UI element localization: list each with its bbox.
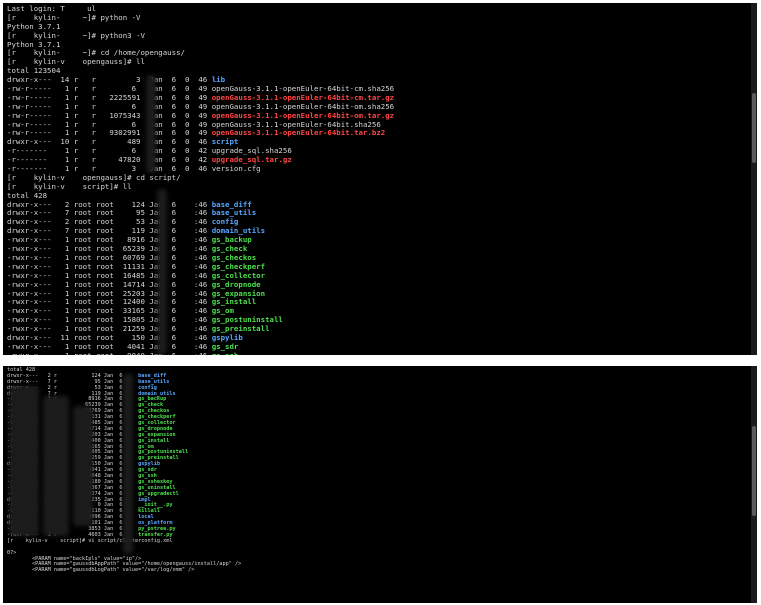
file-name: openGauss-3.1.1-openEuler-64bit.sha256 <box>211 119 381 129</box>
redaction-mark <box>123 374 133 554</box>
file-name: openGauss-3.1.1-openEuler-64bit.tar.bz2 <box>211 128 386 138</box>
file-attributes: -r------- 1 r r 47820 Jan 6 0 42 <box>7 155 212 165</box>
file-attributes: -r------- 1 r r 6 Jan 6 0 42 <box>7 146 212 156</box>
file-name: gs_expansion <box>211 288 266 298</box>
file-attributes: -rw-r----- 1 r r 2225591 Jan 6 0 49 <box>7 92 212 102</box>
file-attributes: -rw-r----- 1 r r 9302991 Jan 6 0 49 <box>7 128 212 138</box>
terminal-line: [r kylin- ~]# python3 -V <box>7 30 145 40</box>
file-attributes: -rwxr-x--- 1 root root 4041 Jan 6 :46 <box>7 341 212 351</box>
terminal-output-top: Last login: T ul [r kylin- ~]# python -V P… <box>7 4 749 355</box>
file-attributes: -rwxr-x--- 1 root root 25203 Jan 6 :46 <box>7 288 212 298</box>
file-attributes: -rwxr-x--- 1 root root 11131 Jan 6 :46 <box>7 261 212 271</box>
file-attributes: -rwxr-x--- 1 root root 65239 Jan 6 :46 <box>7 244 212 254</box>
file-attributes: -rwxr-x--- 1 root root 14714 Jan 6 :46 <box>7 279 212 289</box>
file-attributes: -rw-r----- 1 r r 6 Jan 6 0 49 <box>7 101 212 111</box>
file-name: config <box>211 217 239 227</box>
scrollbar-thumb[interactable] <box>752 93 756 163</box>
file-name: openGauss-3.1.1-openEuler-64bit-om.tar.g… <box>211 110 395 120</box>
file-attributes: -rwxr-x--- 1 root root 16485 Jan 6 :46 <box>7 270 212 280</box>
file-name: domain_utils <box>211 226 266 236</box>
terminal-line: -rwxr-x--- 1 root root 9048 Jan 6 :46 gs… <box>7 351 749 355</box>
file-name: gs_dropnode <box>211 279 261 289</box>
file-name: gs_check <box>211 244 248 254</box>
file-name: gs_collector <box>211 270 266 280</box>
terminal-line: <PARAM name="gaussdbLogPath" value="/var… <box>7 567 195 574</box>
scrollbar-thumb[interactable] <box>752 426 756 516</box>
terminal-line: [r kylin-v opengauss]# ll <box>7 57 145 67</box>
file-name: gs_om <box>211 306 234 316</box>
file-name: openGauss-3.1.1-openEuler-64bit-om.sha25… <box>211 101 395 111</box>
scrollbar-top[interactable] <box>751 3 757 355</box>
file-attributes: -r------- 1 r r 3 Jan 6 0 46 <box>7 164 212 174</box>
file-name: gs_sdr <box>211 341 239 351</box>
file-attributes: -rw-r----- 1 r r 6 Jan 6 0 49 <box>7 119 212 129</box>
file-name: openGauss-3.1.1-openEuler-64bit-cm.tar.g… <box>211 92 395 102</box>
file-name: gs_preinstall <box>211 324 270 334</box>
file-name: gs_backup <box>211 235 252 245</box>
file-attributes: -rwxr-x--- 1 root root 15805 Jan 6 :46 <box>7 315 212 325</box>
file-attributes: -rwxr-x--- 1 root root 12400 Jan 6 :46 <box>7 297 212 307</box>
file-name: script <box>211 137 239 147</box>
file-name: upgrade_sql.tar.gz <box>211 155 292 165</box>
file-attributes: -rwxr-x--- 1 root root 9048 Jan 6 :46 <box>7 351 212 355</box>
file-attributes: -rwxr-x--- 1 root root 60769 Jan 6 :46 <box>7 252 212 262</box>
file-name: version.cfg <box>211 164 261 174</box>
file-name: base_utils <box>211 208 257 218</box>
redaction-mark <box>157 189 167 355</box>
terminal-output-bottom: total 428 drwxr-x--- 2 r 124 Jan 6 base_d… <box>7 367 749 574</box>
file-name: gs_install <box>211 297 257 307</box>
file-name: gspylib <box>211 332 243 342</box>
redaction-mark <box>73 406 93 526</box>
file-attributes: -rwxr-x--- 1 root root 21259 Jan 6 :46 <box>7 324 212 334</box>
terminal-window-top[interactable]: Last login: T ul [r kylin- ~]# python -V P… <box>3 3 757 355</box>
file-attributes: drwxr-x--- 7 root root 119 Jan 6 :46 <box>7 226 212 236</box>
file-attributes: drwxr-x--- 7 root root 95 Jan 6 :46 <box>7 208 212 218</box>
redaction-mark <box>43 396 69 536</box>
file-attributes: -rw-r----- 1 r r 1075343 Jan 6 0 49 <box>7 110 212 120</box>
file-name: base_diff <box>211 199 252 209</box>
file-name: gs_checkos <box>211 252 257 262</box>
file-attributes: -rwxr-x--- 1 root root 33165 Jan 6 :46 <box>7 306 212 316</box>
terminal-line: [r kylin- ~]# python -V <box>7 12 141 22</box>
file-name: gs_checkperf <box>211 261 266 271</box>
terminal-window-bottom[interactable]: total 428 drwxr-x--- 2 r 124 Jan 6 base_d… <box>3 366 757 603</box>
file-attributes: -rw-r----- 1 r r 6 Jan 6 0 49 <box>7 84 212 94</box>
scrollbar-bottom[interactable] <box>751 366 757 603</box>
file-attributes: drwxr-x--- 2 root root 124 Jan 6 :46 <box>7 199 212 209</box>
file-name: upgrade_sql.sha256 <box>211 146 292 156</box>
redaction-mark <box>146 75 156 173</box>
file-name: lib <box>211 75 226 85</box>
redaction-mark <box>9 386 39 536</box>
file-attributes: drwxr-x--- 14 r r 3 Jan 6 0 46 <box>7 75 212 85</box>
file-name: openGauss-3.1.1-openEuler-64bit-cm.sha25… <box>211 84 395 94</box>
file-attributes: -rwxr-x--- 1 root root 8916 Jan 6 :46 <box>7 235 212 245</box>
file-name: gs_postuninstall <box>211 315 283 325</box>
file-attributes: drwxr-x--- 10 r r 489 Jan 6 0 46 <box>7 137 212 147</box>
file-attributes: drwxr-x--- 2 root root 53 Jan 6 :46 <box>7 217 212 227</box>
file-name: gs_ssh <box>212 351 239 355</box>
terminal-line: [r kylin-v script]# ll <box>7 181 132 191</box>
file-attributes: drwxr-x--- 11 root root 150 Jan 6 :46 <box>7 332 212 342</box>
